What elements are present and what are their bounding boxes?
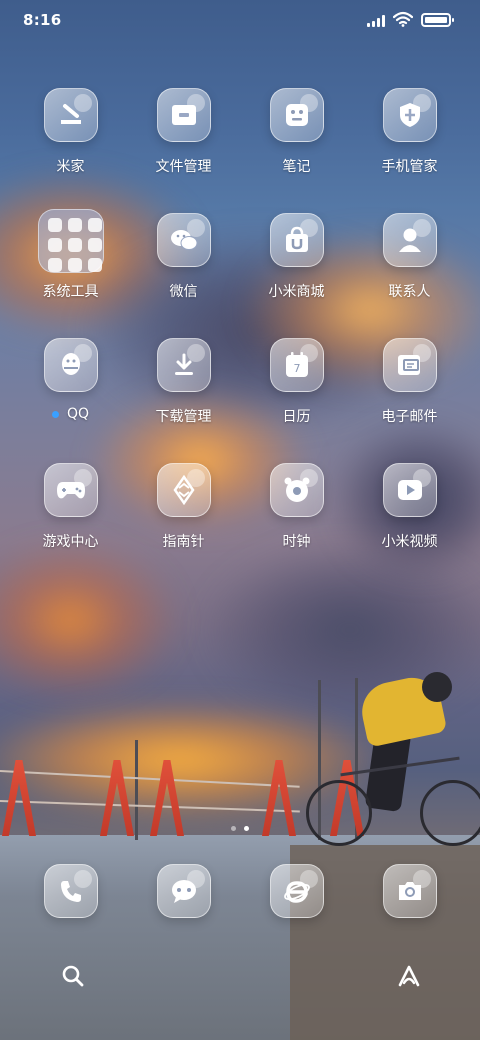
calendar-date: 7 [293, 362, 300, 375]
page-indicator [0, 826, 480, 831]
folder-icon [37, 209, 104, 273]
dock-phone[interactable] [14, 864, 127, 918]
app-qq[interactable]: QQ [14, 338, 127, 463]
app-contacts[interactable]: 联系人 [353, 213, 466, 338]
status-bar: 8:16 [0, 0, 480, 40]
phone-icon [56, 876, 86, 906]
battery-icon [421, 13, 454, 27]
download-icon [169, 350, 199, 380]
file-manager-icon [169, 100, 199, 130]
page-dot [231, 826, 236, 831]
dock-browser[interactable] [240, 864, 353, 918]
app-folder-system-tools[interactable]: 系统工具 [14, 209, 127, 338]
qq-penguin-icon [56, 350, 86, 380]
app-mi-video[interactable]: 小米视频 [353, 463, 466, 588]
wechat-icon [169, 225, 199, 255]
notes-icon [282, 100, 312, 130]
dock-messages[interactable] [127, 864, 240, 918]
browser-icon [282, 876, 312, 906]
assistant-icon[interactable] [396, 963, 422, 989]
compass-icon [169, 475, 199, 505]
clock-icon [282, 475, 312, 505]
messages-icon [169, 876, 199, 906]
app-file-manager[interactable]: 文件管理 [127, 88, 240, 213]
mi-home-icon [56, 100, 86, 130]
dock [14, 864, 466, 918]
mi-store-icon [282, 225, 312, 255]
app-mi-store[interactable]: 小米商城 [240, 213, 353, 338]
app-game-center[interactable]: 游戏中心 [14, 463, 127, 588]
app-downloads[interactable]: 下载管理 [127, 338, 240, 463]
app-grid: 米家 文件管理 笔记 手机管家 系统工具 微信 小米商城 联系人 QQ 下载管理… [14, 88, 466, 588]
app-notes[interactable]: 笔记 [240, 88, 353, 213]
app-wechat[interactable]: 微信 [127, 213, 240, 338]
app-compass[interactable]: 指南针 [127, 463, 240, 588]
app-mi-home[interactable]: 米家 [14, 88, 127, 213]
calendar-icon: 7 [282, 350, 312, 380]
app-clock[interactable]: 时钟 [240, 463, 353, 588]
wifi-icon [392, 11, 414, 27]
app-email[interactable]: 电子邮件 [353, 338, 466, 463]
gamepad-icon [56, 475, 86, 505]
signal-icon [367, 13, 389, 27]
page-dot-active [244, 826, 249, 831]
video-play-icon [395, 475, 425, 505]
search-icon[interactable] [60, 963, 86, 989]
app-security[interactable]: 手机管家 [353, 88, 466, 213]
app-calendar[interactable]: 7 日历 [240, 338, 353, 463]
camera-icon [395, 876, 425, 906]
status-time: 8:16 [23, 11, 62, 29]
contacts-icon [395, 225, 425, 255]
notification-dot [51, 410, 59, 418]
dock-camera[interactable] [353, 864, 466, 918]
security-shield-icon [395, 100, 425, 130]
email-icon [395, 350, 425, 380]
